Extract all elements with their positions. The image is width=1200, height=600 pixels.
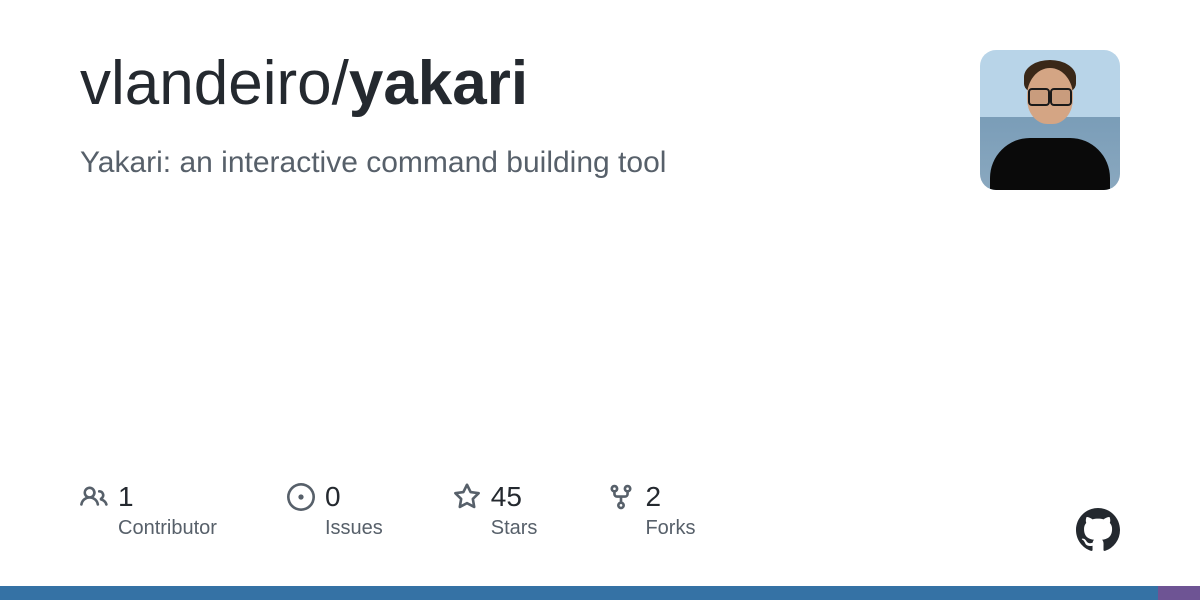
repo-owner[interactable]: vlandeiro (80, 49, 332, 118)
stat-count: 1 (118, 481, 134, 513)
github-logo-icon[interactable] (1076, 508, 1120, 552)
stat-label: Contributor (118, 517, 217, 540)
issue-icon (287, 483, 315, 511)
repo-name[interactable]: yakari (349, 49, 528, 118)
stat-count: 2 (645, 481, 661, 513)
stat-count: 0 (325, 481, 341, 513)
stat-stars[interactable]: 45 Stars (453, 481, 538, 540)
fork-icon (607, 483, 635, 511)
repo-title: vlandeiro/yakari (80, 50, 940, 118)
stat-label: Stars (491, 517, 538, 540)
stat-issues[interactable]: 0 Issues (287, 481, 383, 540)
star-icon (453, 483, 481, 511)
stat-label: Issues (325, 517, 383, 540)
people-icon (80, 483, 108, 511)
stats-row: 1 Contributor 0 Issues 45 Stars (80, 481, 695, 540)
stat-label: Forks (645, 517, 695, 540)
repo-description: Yakari: an interactive command building … (80, 142, 940, 184)
stat-contributors[interactable]: 1 Contributor (80, 481, 217, 540)
stat-forks[interactable]: 2 Forks (607, 481, 695, 540)
repo-separator: / (332, 49, 349, 118)
avatar[interactable] (980, 50, 1120, 190)
stat-count: 45 (491, 481, 522, 513)
language-segment (1158, 586, 1200, 600)
language-bar (0, 586, 1200, 600)
language-segment (0, 586, 1158, 600)
